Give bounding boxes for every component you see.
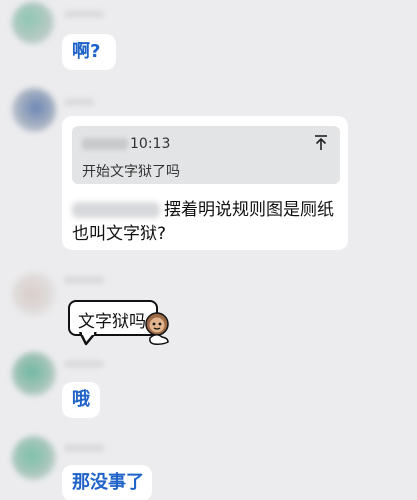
sticker-message[interactable]: 文字狱吗	[68, 300, 176, 350]
sender-name-blurred	[64, 98, 94, 106]
avatar[interactable]	[12, 272, 56, 316]
avatar[interactable]	[12, 88, 56, 132]
sender-name-blurred	[64, 360, 104, 368]
message-bubble[interactable]: 哦	[62, 382, 100, 418]
avatar[interactable]	[12, 352, 56, 396]
quoted-message[interactable]: 10:13 开始文字狱了吗	[72, 126, 340, 184]
quote-text: 开始文字狱了吗	[82, 164, 180, 180]
mention-blurred	[72, 202, 160, 218]
message-bubble[interactable]: 那没事了	[62, 465, 152, 500]
reply-text: 摆着明说规则图是厕纸也叫文字狱?	[72, 198, 342, 246]
sender-name-blurred	[64, 444, 104, 452]
avatar[interactable]	[12, 436, 56, 480]
message-text: 啊?	[72, 41, 101, 62]
sticker-text: 文字狱吗	[78, 312, 146, 332]
sender-name-blurred	[64, 276, 104, 284]
quote-meta: 10:13	[82, 136, 170, 152]
quote-sender-blurred	[82, 138, 128, 150]
avatar[interactable]	[12, 2, 54, 44]
message-text: 哦	[72, 389, 90, 410]
sender-name-blurred	[64, 10, 104, 18]
quote-time: 10:13	[130, 136, 171, 152]
message-text: 那没事了	[72, 472, 144, 493]
pin-to-top-icon[interactable]	[314, 134, 328, 152]
sticker-bubble-tail	[78, 332, 97, 346]
sticker-hand	[149, 334, 169, 345]
message-bubble[interactable]: 啊?	[62, 34, 116, 70]
